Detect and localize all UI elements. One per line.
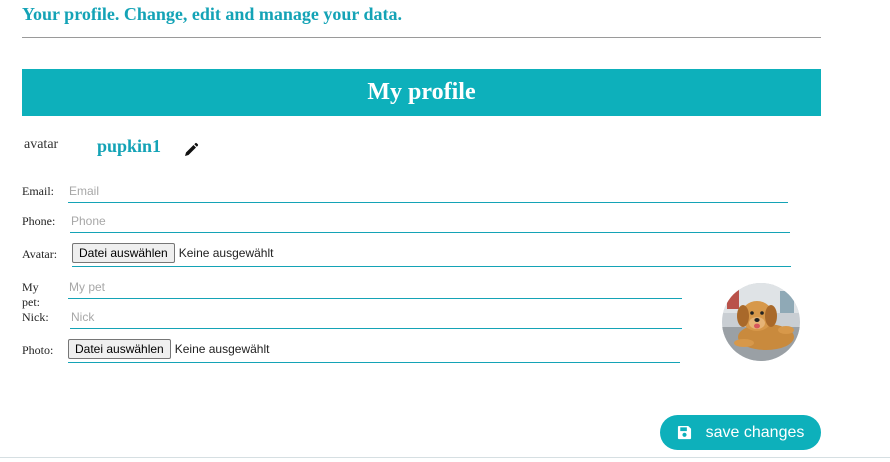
avatar-label: Avatar: (22, 247, 58, 261)
photo-choose-file-button[interactable]: Datei auswählen (68, 338, 171, 359)
edit-username-button[interactable] (183, 142, 199, 158)
profile-title: My profile (367, 79, 476, 105)
phone-field[interactable] (70, 210, 790, 233)
profile-banner: My profile (22, 69, 821, 116)
pencil-icon (185, 142, 199, 156)
avatar-file-input[interactable]: Datei auswählen Keine ausgewählt (72, 239, 791, 267)
footer-divider (0, 457, 890, 458)
photo-label: Photo: (22, 343, 54, 357)
heading-divider (22, 37, 821, 38)
photo-file-input[interactable]: Datei auswählen Keine ausgewählt (68, 335, 680, 363)
save-changes-label: save changes (705, 423, 805, 441)
email-field[interactable] (68, 180, 788, 203)
pet-label: My pet: (22, 280, 40, 309)
avatar-file-status: Keine ausgewählt (178, 245, 274, 260)
avatar-choose-file-button[interactable]: Datei auswählen (72, 242, 175, 263)
email-label: Email: (22, 184, 54, 198)
pet-field[interactable] (68, 276, 682, 299)
page-heading: Your profile. Change, edit and manage yo… (22, 4, 403, 24)
photo-file-status: Keine ausgewählt (174, 341, 270, 356)
phone-label: Phone: (22, 214, 56, 228)
avatar-image: avatar (22, 137, 58, 153)
nick-label: Nick: (22, 310, 49, 324)
save-changes-button[interactable]: save changes (660, 415, 821, 450)
avatar-alt-text: avatar (24, 137, 59, 152)
nick-field[interactable] (70, 306, 682, 329)
floppy-disk-icon (677, 425, 691, 440)
pet-photo (722, 283, 800, 361)
username: pupkin1 (97, 136, 162, 156)
